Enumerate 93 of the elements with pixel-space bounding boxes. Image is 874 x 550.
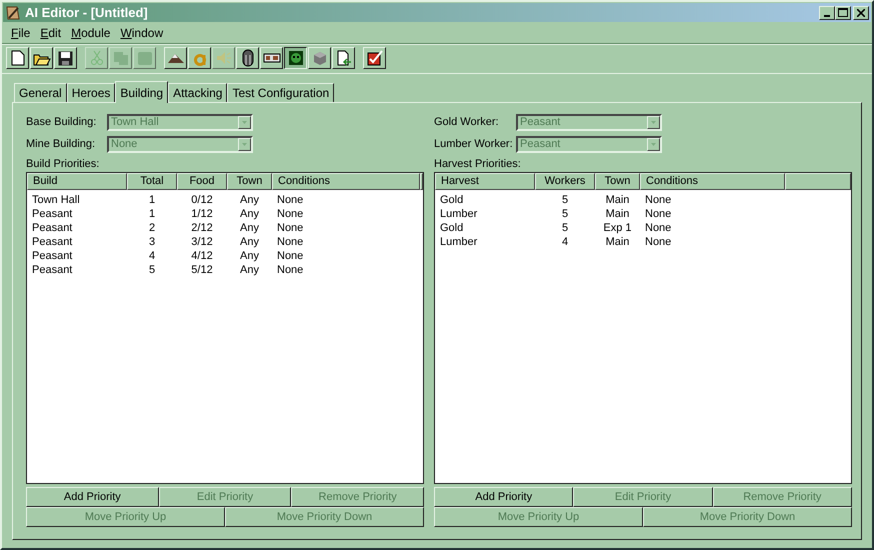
table-cell-text: Any	[239, 222, 260, 236]
table-cell-text: 2/12	[190, 222, 214, 236]
table-cell-text: 4	[560, 236, 570, 250]
tab[interactable]: General	[14, 83, 67, 102]
app-icon	[5, 4, 21, 21]
table-cell-text: 3	[148, 236, 156, 250]
table-cell-text: Any	[239, 194, 260, 208]
table-cell-text: Town Hall	[31, 194, 81, 208]
column-header[interactable]: Food	[177, 173, 227, 190]
table-cell-text: Any	[239, 264, 260, 278]
table-cell-text: Main	[604, 208, 630, 222]
table-cell-text: Any	[239, 250, 260, 264]
table-cell-text: 0/12	[190, 194, 214, 208]
column-header[interactable]: Build	[27, 173, 127, 190]
paste-icon	[136, 50, 152, 66]
list-label: Build Priorities:	[26, 158, 100, 170]
table-cell-text: None	[276, 222, 304, 236]
table-cell-text: None	[276, 250, 304, 264]
column-header[interactable]: Town	[227, 173, 272, 190]
table-cell-text: 3/12	[190, 236, 214, 250]
card-icon	[262, 52, 280, 64]
monster-face-icon	[288, 50, 304, 66]
table-cell-text: None	[276, 208, 304, 222]
tab[interactable]: Building	[115, 81, 168, 103]
cube-icon	[312, 50, 328, 66]
maximize-button[interactable]	[835, 6, 851, 20]
field-label: Gold Worker:	[434, 116, 500, 128]
list-label: Harvest Priorities:	[434, 158, 522, 170]
menu-item[interactable]: Module	[66, 26, 116, 40]
field-label: Base Building:	[26, 116, 98, 128]
table-cell-text: None	[276, 236, 304, 250]
table-cell-text: Main	[604, 236, 630, 250]
table-cell-text: None	[276, 194, 304, 208]
copy-icon	[112, 50, 128, 66]
table-cell-text: Any	[239, 208, 260, 222]
document-arrow-icon	[336, 50, 352, 66]
table-cell-text: Peasant	[31, 250, 74, 264]
window-title: AI Editor - [Untitled]	[25, 5, 149, 20]
priority-button[interactable]: Add Priority	[434, 487, 574, 507]
close-button[interactable]	[853, 6, 869, 20]
mountain-icon	[166, 52, 184, 64]
table-cell-text: 1	[148, 194, 156, 208]
speaker-icon	[216, 51, 232, 66]
tab[interactable]: Test Configuration	[227, 83, 334, 102]
table-cell-text: 4	[148, 250, 156, 264]
table-cell-text: Lumber	[439, 208, 478, 222]
toolbar-button[interactable]	[284, 47, 307, 70]
table-cell-text: 5	[560, 208, 570, 222]
menu-item[interactable]: Edit	[35, 26, 66, 40]
scissors-icon	[90, 50, 104, 66]
minimize-button[interactable]	[819, 6, 835, 20]
maximize-icon	[838, 8, 848, 18]
table-cell-text: Any	[239, 236, 260, 250]
table-cell-text: 5	[560, 194, 570, 208]
table-cell-text: Exp 1	[602, 222, 633, 236]
table-cell-text: Peasant	[31, 208, 74, 222]
table-cell-text: 2	[148, 222, 156, 236]
table-cell-text: None	[644, 208, 672, 222]
column-header[interactable]: Total	[127, 173, 177, 190]
table-cell-text: Gold	[439, 222, 464, 236]
minimize-icon	[824, 14, 830, 17]
table-cell-text: Main	[604, 194, 630, 208]
table-cell-text: 4/12	[190, 250, 214, 264]
table-cell-text: None	[644, 194, 672, 208]
table-cell-text: Peasant	[31, 222, 74, 236]
table-cell-text: Peasant	[31, 264, 74, 278]
table-cell-text: 5/12	[190, 264, 214, 278]
new-document-icon	[10, 50, 24, 66]
close-icon	[857, 8, 865, 17]
field-label: Mine Building:	[26, 138, 96, 150]
table-cell-text: 5	[148, 264, 156, 278]
capsule-icon	[240, 49, 254, 68]
column-header[interactable]: Conditions	[640, 173, 785, 190]
table-cell-text: Lumber	[439, 236, 478, 250]
field-label: Lumber Worker:	[434, 138, 514, 150]
table-cell-text: None	[644, 222, 672, 236]
checkbox-icon	[366, 50, 382, 66]
table-cell-text: Peasant	[31, 236, 74, 250]
column-header[interactable]: Town	[595, 173, 640, 190]
table-cell-text: None	[276, 264, 304, 278]
table-cell-text: 1/12	[190, 208, 214, 222]
column-header[interactable]: Workers	[535, 173, 595, 190]
table-cell-text: 1	[148, 208, 156, 222]
menu-item[interactable]: File	[6, 26, 36, 40]
table-cell-text: 5	[560, 222, 570, 236]
table-cell-text: Gold	[439, 194, 464, 208]
priority-button[interactable]: Add Priority	[26, 487, 159, 507]
tab[interactable]: Attacking	[168, 83, 228, 102]
menu-item[interactable]: Window	[115, 26, 168, 40]
tab[interactable]: Heroes	[66, 83, 116, 102]
column-header[interactable]: Harvest	[435, 173, 535, 190]
table-cell-text: None	[644, 236, 672, 250]
column-header[interactable]: Conditions	[272, 173, 420, 190]
